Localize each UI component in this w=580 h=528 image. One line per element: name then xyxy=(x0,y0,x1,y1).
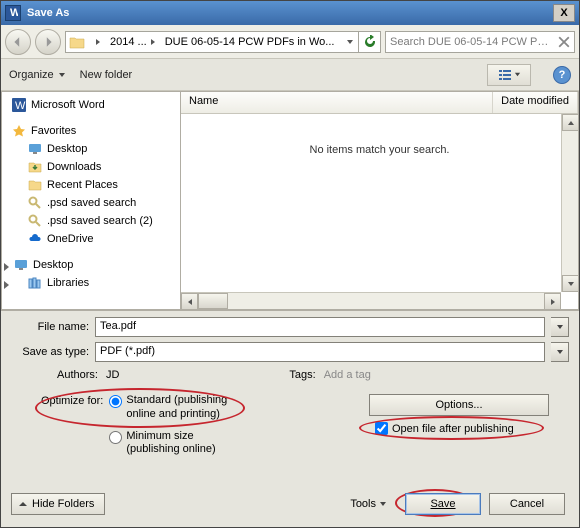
tree-item-downloads[interactable]: Downloads xyxy=(2,158,180,176)
clear-search-icon[interactable] xyxy=(558,36,570,48)
options-button[interactable]: Options... xyxy=(369,394,549,416)
hide-folders-button[interactable]: Hide Folders xyxy=(11,493,105,515)
file-list-pane: Name Date modified No items match your s… xyxy=(181,91,579,310)
cancel-button[interactable]: Cancel xyxy=(489,493,565,515)
tree-item-onedrive[interactable]: OneDrive xyxy=(2,230,180,248)
tree-item-recent-places[interactable]: Recent Places xyxy=(2,176,180,194)
horizontal-scrollbar[interactable] xyxy=(181,292,561,309)
view-options-button[interactable] xyxy=(487,64,531,86)
organize-menu[interactable]: Organize xyxy=(9,69,66,81)
authors-value[interactable]: JD xyxy=(106,369,119,381)
optimize-for-label: Optimize for: xyxy=(41,395,103,407)
new-folder-button[interactable]: New folder xyxy=(80,69,133,81)
close-button[interactable]: X xyxy=(553,4,575,22)
open-after-publishing-checkbox[interactable] xyxy=(375,422,388,435)
scroll-right-button[interactable] xyxy=(544,293,561,310)
address-bar[interactable]: 2014 ... DUE 06-05-14 PCW PDFs in Wo... xyxy=(65,31,381,53)
tree-item-desktop-root[interactable]: Desktop xyxy=(2,256,180,274)
save-as-type-label: Save as type: xyxy=(11,346,89,358)
search-box[interactable]: Search DUE 06-05-14 PCW PD... xyxy=(385,31,575,53)
save-form: File name: Tea.pdf Save as type: PDF (*.… xyxy=(1,311,579,465)
tree-item-saved-search[interactable]: .psd saved search xyxy=(2,194,180,212)
vertical-scrollbar[interactable] xyxy=(561,114,578,292)
forward-button[interactable] xyxy=(35,29,61,55)
help-button[interactable]: ? xyxy=(553,66,571,84)
tags-label: Tags: xyxy=(289,369,315,381)
file-list-header: Name Date modified xyxy=(181,92,578,114)
column-name[interactable]: Name xyxy=(181,92,493,113)
open-after-publishing-label: Open file after publishing xyxy=(392,423,514,435)
chevron-down-icon xyxy=(379,500,387,508)
tags-input[interactable]: Add a tag xyxy=(324,369,371,381)
search-placeholder: Search DUE 06-05-14 PCW PD... xyxy=(390,36,554,48)
dialog-footer: Hide Folders Tools Save Cancel xyxy=(1,485,579,527)
svg-text:W: W xyxy=(10,8,18,18)
tree-item-saved-search-2[interactable]: .psd saved search (2) xyxy=(2,212,180,230)
tree-item-libraries[interactable]: Libraries xyxy=(2,274,180,292)
breadcrumb-segment[interactable]: 2014 ... xyxy=(110,36,147,48)
titlebar: W Save As X xyxy=(1,1,579,25)
tree-item-ms-word[interactable]: W Microsoft Word xyxy=(2,96,180,114)
scroll-up-button[interactable] xyxy=(562,114,579,131)
tree-item-favorites[interactable]: Favorites xyxy=(2,122,180,140)
view-icon xyxy=(498,68,512,82)
scroll-thumb[interactable] xyxy=(198,293,228,309)
authors-label: Authors: xyxy=(57,369,98,381)
back-button[interactable] xyxy=(5,29,31,55)
scroll-down-button[interactable] xyxy=(562,275,579,292)
file-name-dropdown[interactable] xyxy=(551,317,569,337)
toolbar: Organize New folder ? xyxy=(1,59,579,91)
chevron-up-icon xyxy=(18,499,28,509)
save-as-type-select[interactable]: PDF (*.pdf) xyxy=(95,342,545,362)
navigation-bar: 2014 ... DUE 06-05-14 PCW PDFs in Wo... … xyxy=(1,25,579,59)
scroll-left-button[interactable] xyxy=(181,293,198,310)
file-explorer: W Microsoft Word Favorites Desktop Downl… xyxy=(1,91,579,311)
navigation-tree[interactable]: W Microsoft Word Favorites Desktop Downl… xyxy=(1,91,181,310)
save-as-type-dropdown[interactable] xyxy=(551,342,569,362)
file-name-label: File name: xyxy=(11,321,89,333)
tree-item-desktop[interactable]: Desktop xyxy=(2,140,180,158)
breadcrumb-segment[interactable]: DUE 06-05-14 PCW PDFs in Wo... xyxy=(165,36,335,48)
empty-results-message: No items match your search. xyxy=(181,114,578,156)
window-title: Save As xyxy=(27,7,553,19)
optimize-minimum-radio[interactable] xyxy=(109,431,122,444)
save-as-dialog: W Save As X 2014 ... DUE 06-05-14 PCW PD… xyxy=(0,0,580,528)
column-date[interactable]: Date modified xyxy=(493,92,578,113)
save-button[interactable]: Save xyxy=(405,493,481,515)
tools-menu[interactable]: Tools xyxy=(350,498,387,510)
refresh-button[interactable] xyxy=(358,31,380,53)
word-app-icon: W xyxy=(5,5,21,21)
file-name-input[interactable]: Tea.pdf xyxy=(95,317,545,337)
optimize-standard-radio[interactable] xyxy=(109,395,122,408)
svg-text:W: W xyxy=(15,100,26,112)
